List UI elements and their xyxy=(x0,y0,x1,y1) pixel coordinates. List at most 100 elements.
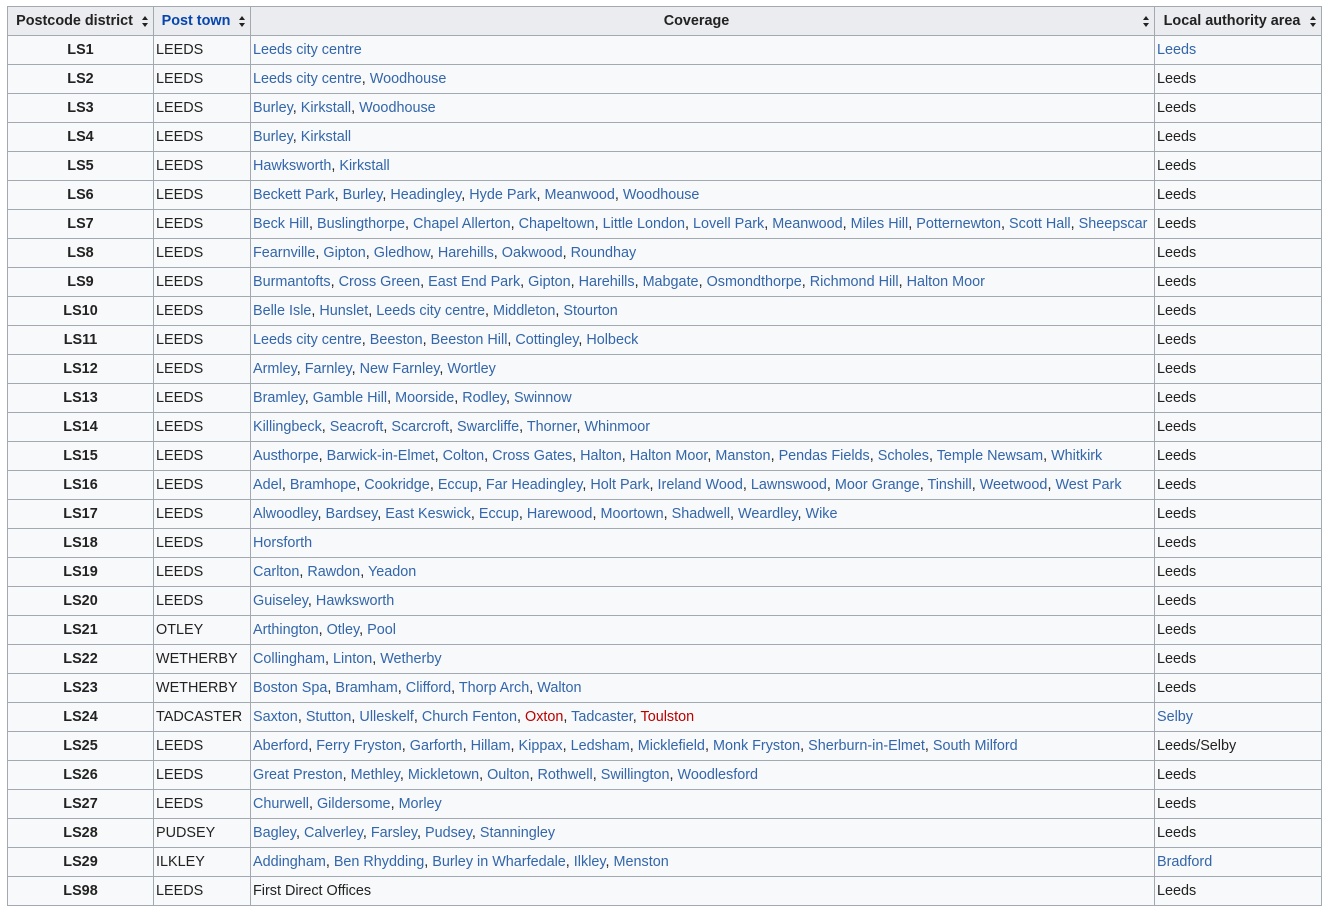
area-link[interactable]: Gipton xyxy=(528,274,570,290)
area-link[interactable]: Hillam xyxy=(471,738,511,754)
area-link[interactable]: Cottingley xyxy=(515,332,578,348)
sort-icon[interactable] xyxy=(142,16,149,27)
area-link[interactable]: Seacroft xyxy=(330,419,384,435)
area-link[interactable]: Leeds city centre xyxy=(253,332,362,348)
area-link[interactable]: New Farnley xyxy=(360,361,440,377)
column-header-coverage[interactable]: Coverage xyxy=(250,6,1155,36)
area-link[interactable]: Sheepscar xyxy=(1079,216,1148,232)
area-link[interactable]: West Park xyxy=(1055,477,1121,493)
area-link[interactable]: Arthington xyxy=(253,622,319,638)
area-link[interactable]: Burmantofts xyxy=(253,274,331,290)
area-link[interactable]: Stutton xyxy=(306,709,352,725)
area-link[interactable]: Richmond Hill xyxy=(810,274,899,290)
area-link[interactable]: Wetherby xyxy=(380,651,441,667)
area-link[interactable]: Stourton xyxy=(563,303,617,319)
area-link[interactable]: Weetwood xyxy=(980,477,1048,493)
area-link[interactable]: Kirkstall xyxy=(339,158,389,174)
area-link[interactable]: Colton xyxy=(443,448,485,464)
area-link[interactable]: Woodhouse xyxy=(623,187,700,203)
area-link[interactable]: Potternewton xyxy=(916,216,1001,232)
area-link[interactable]: Headingley xyxy=(390,187,461,203)
area-link[interactable]: Aberford xyxy=(253,738,308,754)
area-link[interactable]: Horsforth xyxy=(253,535,312,551)
sort-icon[interactable] xyxy=(1143,16,1150,27)
area-link[interactable]: Temple Newsam xyxy=(937,448,1043,464)
area-link[interactable]: Boston Spa xyxy=(253,680,327,696)
area-link[interactable]: Swarcliffe xyxy=(457,419,519,435)
area-link[interactable]: Harehills xyxy=(438,245,494,261)
area-link[interactable]: Beeston Hill xyxy=(431,332,508,348)
area-link[interactable]: Beeston xyxy=(370,332,423,348)
area-link[interactable]: Rodley xyxy=(462,390,506,406)
area-link[interactable]: Bramley xyxy=(253,390,305,406)
area-link[interactable]: Scott Hall xyxy=(1009,216,1071,232)
area-link[interactable]: Hawksworth xyxy=(316,593,394,609)
area-link[interactable]: Miles Hill xyxy=(851,216,909,232)
area-link[interactable]: Sherburn-in-Elmet xyxy=(808,738,925,754)
area-redlink[interactable]: Oxton xyxy=(525,709,563,725)
area-link[interactable]: Collingham xyxy=(253,651,325,667)
area-link[interactable]: Chapeltown xyxy=(519,216,595,232)
area-link[interactable]: Thorner xyxy=(527,419,577,435)
area-link[interactable]: Monk Fryston xyxy=(713,738,800,754)
area-link[interactable]: Leeds city centre xyxy=(253,71,362,87)
area-link[interactable]: Bagley xyxy=(253,825,296,841)
area-link[interactable]: Yeadon xyxy=(368,564,416,580)
area-link[interactable]: Pudsey xyxy=(425,825,472,841)
area-link[interactable]: Whinmoor xyxy=(584,419,650,435)
authority-link[interactable]: Leeds xyxy=(1157,42,1196,58)
area-link[interactable]: Burley xyxy=(253,100,293,116)
column-header-post-town[interactable]: Post town xyxy=(153,6,251,36)
area-link[interactable]: Stanningley xyxy=(480,825,555,841)
area-link[interactable]: Rothwell xyxy=(538,767,593,783)
area-link[interactable]: Saxton xyxy=(253,709,298,725)
area-link[interactable]: Ben Rhydding xyxy=(334,854,424,870)
area-link[interactable]: Roundhay xyxy=(571,245,637,261)
area-link[interactable]: Moorside xyxy=(395,390,454,406)
area-link[interactable]: Halton xyxy=(580,448,622,464)
area-link[interactable]: Whitkirk xyxy=(1051,448,1102,464)
area-link[interactable]: Oulton xyxy=(487,767,529,783)
area-link[interactable]: Clifford xyxy=(406,680,451,696)
area-link[interactable]: Osmondthorpe xyxy=(707,274,802,290)
area-link[interactable]: Meanwood xyxy=(772,216,842,232)
area-link[interactable]: Ilkley xyxy=(574,854,606,870)
area-link[interactable]: Mabgate xyxy=(643,274,699,290)
area-link[interactable]: Buslingthorpe xyxy=(317,216,405,232)
authority-link[interactable]: Selby xyxy=(1157,709,1193,725)
area-link[interactable]: Ferry Fryston xyxy=(316,738,402,754)
area-link[interactable]: Far Headingley xyxy=(486,477,583,493)
area-link[interactable]: Gipton xyxy=(323,245,365,261)
area-link[interactable]: Beckett Park xyxy=(253,187,335,203)
area-link[interactable]: Leeds city centre xyxy=(253,42,362,58)
area-link[interactable]: Burley xyxy=(253,129,293,145)
area-link[interactable]: Eccup xyxy=(479,506,519,522)
area-link[interactable]: Fearnville xyxy=(253,245,315,261)
area-link[interactable]: Micklefield xyxy=(638,738,705,754)
area-link[interactable]: Burley xyxy=(343,187,383,203)
area-link[interactable]: Tinshill xyxy=(927,477,971,493)
area-link[interactable]: Linton xyxy=(333,651,372,667)
area-link[interactable]: Swillington xyxy=(601,767,670,783)
area-link[interactable]: Garforth xyxy=(410,738,463,754)
area-link[interactable]: Calverley xyxy=(304,825,363,841)
area-link[interactable]: Ledsham xyxy=(571,738,630,754)
area-link[interactable]: Woodhouse xyxy=(370,71,447,87)
area-link[interactable]: Alwoodley xyxy=(253,506,318,522)
area-link[interactable]: Cross Gates xyxy=(492,448,572,464)
area-link[interactable]: Holt Park xyxy=(590,477,649,493)
area-link[interactable]: Hyde Park xyxy=(469,187,536,203)
area-link[interactable]: Wike xyxy=(806,506,838,522)
area-link[interactable]: Leeds city centre xyxy=(376,303,485,319)
area-link[interactable]: East End Park xyxy=(428,274,520,290)
area-link[interactable]: Swinnow xyxy=(514,390,572,406)
area-link[interactable]: Methley xyxy=(351,767,400,783)
area-link[interactable]: Churwell xyxy=(253,796,309,812)
area-link[interactable]: Woodlesford xyxy=(678,767,759,783)
area-link[interactable]: Mickletown xyxy=(408,767,479,783)
area-link[interactable]: Adel xyxy=(253,477,282,493)
area-link[interactable]: Farnley xyxy=(305,361,352,377)
area-link[interactable]: Scarcroft xyxy=(391,419,449,435)
area-link[interactable]: Kirkstall xyxy=(301,129,351,145)
column-header-local-authority[interactable]: Local authority area xyxy=(1154,6,1322,36)
